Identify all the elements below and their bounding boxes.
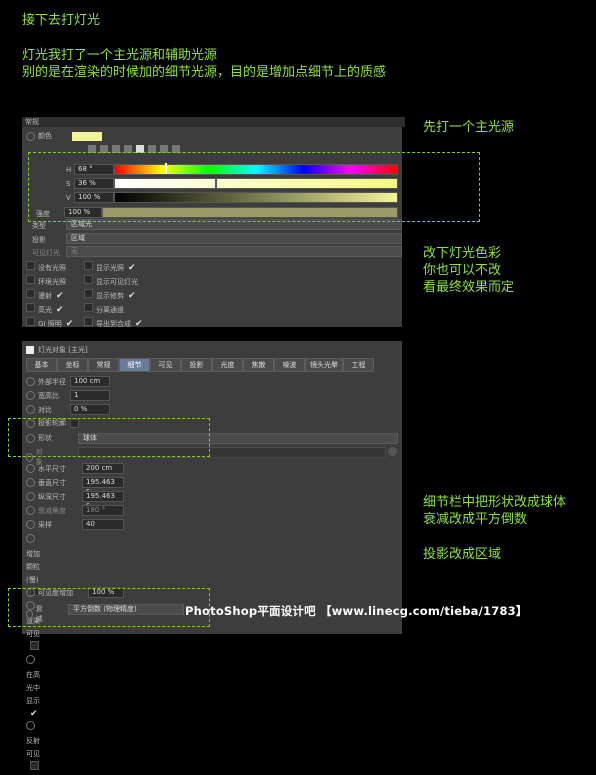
hsize-field[interactable]: 200 cm bbox=[82, 463, 124, 474]
object-picker-icon[interactable] bbox=[388, 447, 397, 456]
outer-radius-field[interactable]: 100 cm bbox=[70, 376, 110, 387]
note-detail-1: 细节栏中把形状改成球体 bbox=[423, 495, 567, 510]
general-panel: 常规 颜色 H 68 ° S 36 % V 100 % 强度 100 % 类型 … bbox=[22, 117, 405, 329]
option-diffuse[interactable]: 漫射 ✔ bbox=[26, 289, 73, 303]
tab-bar: 基本 坐标 常规 细节 可见 投影 光度 焦散 噪波 镜头光晕 工程 bbox=[26, 358, 374, 372]
highlight-color-box bbox=[28, 152, 480, 222]
tab-noise[interactable]: 噪波 bbox=[274, 358, 305, 372]
aspect-field[interactable]: 1 bbox=[70, 390, 110, 401]
samples-row: 采样 40 bbox=[26, 519, 156, 530]
extra-options: 增加颗粒 (慢) 渲染可见 在高光中显示✔ 反射可见 bbox=[26, 534, 42, 775]
tab-basic[interactable]: 基本 bbox=[26, 358, 57, 372]
shadow-dropdown[interactable]: 区域 bbox=[66, 233, 402, 244]
panel-header: 常规 bbox=[22, 117, 405, 127]
left-options: 没有光照 环境光照 漫射 ✔ 高光 ✔ GI 照明 ✔ bbox=[26, 261, 73, 331]
highlight-falloff-box bbox=[8, 588, 210, 627]
note-line1: 灯光我打了一个主光源和辅助光源 bbox=[22, 48, 218, 63]
option-export-composite[interactable]: 导出到合成 ✔ bbox=[84, 317, 143, 331]
check-icon: ✔ bbox=[135, 319, 143, 329]
dsize-row: 纵深尺寸 195.463 c bbox=[26, 491, 156, 509]
falloff-angle-field[interactable]: 180 ° bbox=[82, 505, 124, 516]
note-color-3: 看最终效果而定 bbox=[423, 280, 515, 295]
visible-light-dropdown[interactable]: 无 bbox=[66, 246, 402, 257]
note-detail-2: 衰减改成平方倒数 bbox=[423, 512, 528, 527]
hsize-row: 水平尺寸 200 cm bbox=[26, 463, 156, 474]
tab-lens-flare[interactable]: 镜头光晕 bbox=[305, 358, 343, 372]
aspect-row: 宽高比 1 bbox=[26, 390, 146, 401]
shadow-label: 投影 bbox=[32, 236, 46, 244]
check-icon: ✔ bbox=[56, 291, 64, 301]
vsize-field[interactable]: 195.463 c bbox=[82, 477, 124, 495]
option-reflection-visible[interactable]: 反射可见 bbox=[26, 721, 42, 775]
outer-radius-row: 外部半径 100 cm bbox=[26, 376, 146, 387]
note-title: 接下去打灯光 bbox=[22, 13, 101, 28]
option-show-illumination[interactable]: 显示光照 ✔ bbox=[84, 261, 143, 275]
check-icon: ✔ bbox=[56, 305, 64, 315]
highlight-shape-box bbox=[8, 418, 210, 457]
vsize-row: 垂直尺寸 195.463 c bbox=[26, 477, 156, 495]
samples-field[interactable]: 40 bbox=[82, 519, 124, 530]
option-ambient[interactable]: 环境光照 bbox=[26, 275, 73, 289]
note-projection: 投影改成区域 bbox=[423, 547, 502, 562]
tab-shadow[interactable]: 投影 bbox=[181, 358, 212, 372]
note-main-light: 先打一个主光源 bbox=[423, 120, 515, 135]
tab-project[interactable]: 工程 bbox=[343, 358, 374, 372]
color-swatch[interactable] bbox=[72, 131, 102, 141]
tab-caustics[interactable]: 焦散 bbox=[243, 358, 274, 372]
contrast-row: 对比 0 % bbox=[26, 404, 146, 415]
tab-coord[interactable]: 坐标 bbox=[57, 358, 88, 372]
check-icon: ✔ bbox=[65, 319, 74, 329]
option-no-illumination[interactable]: 没有光照 bbox=[26, 261, 73, 275]
color-toggle[interactable] bbox=[26, 131, 35, 141]
check-icon: ✔ bbox=[128, 291, 136, 301]
tab-details[interactable]: 细节 bbox=[119, 358, 150, 372]
check-icon: ✔ bbox=[30, 709, 38, 719]
option-gi[interactable]: GI 照明 ✔ bbox=[26, 317, 73, 331]
tab-photometric[interactable]: 光度 bbox=[212, 358, 243, 372]
visible-light-label: 可见灯光 bbox=[32, 249, 60, 257]
type-label: 类型 bbox=[32, 222, 46, 230]
tab-visibility[interactable]: 可见 bbox=[150, 358, 181, 372]
check-icon: ✔ bbox=[128, 263, 136, 273]
falloff-angle-row: 衰减角度 180 ° bbox=[26, 505, 156, 516]
note-color-2: 你也可以不改 bbox=[423, 263, 502, 278]
contrast-field[interactable]: 0 % bbox=[70, 404, 110, 415]
option-specular[interactable]: 高光 ✔ bbox=[26, 303, 73, 317]
color-label: 颜色 bbox=[38, 132, 52, 140]
dsize-field[interactable]: 195.463 c bbox=[82, 491, 124, 509]
option-show-in-specular[interactable]: 在高光中显示✔ bbox=[26, 655, 42, 721]
panel-title: 灯光对象 [主光] bbox=[38, 346, 88, 354]
right-options: 显示光照 ✔ 显示可见灯光 显示修剪 ✔ 分离通道 导出到合成 ✔ bbox=[84, 261, 143, 331]
option-show-visible-light[interactable]: 显示可见灯光 bbox=[84, 275, 143, 289]
option-show-clipping[interactable]: 显示修剪 ✔ bbox=[84, 289, 143, 303]
watermark: PhotoShop平面设计吧 【www.linecg.com/tieba/178… bbox=[185, 604, 528, 618]
note-line2: 别的是在渲染的时候加的细节光源，目的是增加点细节上的质感 bbox=[22, 65, 387, 80]
note-color-1: 改下灯光色彩 bbox=[423, 246, 502, 261]
light-object-icon bbox=[26, 346, 34, 354]
tab-general[interactable]: 常规 bbox=[88, 358, 119, 372]
option-separate-pass[interactable]: 分离通道 bbox=[84, 303, 143, 317]
